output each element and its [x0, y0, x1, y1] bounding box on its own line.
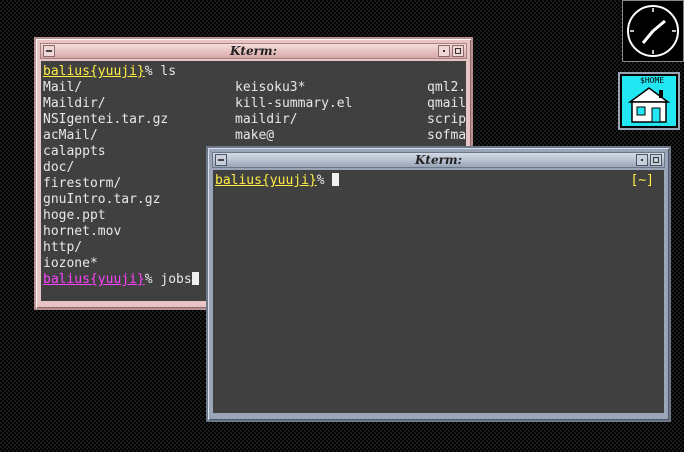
shell-prompt: balius{yuuji} — [215, 173, 317, 188]
file-entry: gnuIntro.tar.gz — [43, 192, 161, 207]
file-entry: maildir/ — [235, 112, 298, 127]
file-entry: acMail/ — [43, 128, 98, 143]
maximize-button[interactable] — [650, 154, 662, 166]
home-folder-icon[interactable]: $HOME — [618, 72, 680, 130]
analog-clock-icon — [627, 5, 679, 57]
file-entry: kill-summary.el — [235, 96, 353, 111]
command-line: balius{yuuji}% ls — [43, 64, 176, 80]
file-entry: doc/ — [43, 160, 75, 175]
window-title: Kterm: — [229, 44, 278, 58]
shell-prompt: balius{yuuji} — [43, 64, 145, 79]
window-title: Kterm: — [414, 153, 463, 167]
minimize-button[interactable] — [636, 154, 648, 166]
listing-column-2: keisoku3* kill-summary.el maildir/make@ — [235, 80, 352, 144]
file-entry: Mail/ — [43, 80, 83, 95]
prompt-suffix: % — [316, 173, 333, 188]
prompt-suffix: % — [144, 64, 161, 79]
text-cursor — [191, 272, 199, 285]
file-entry: firestorm/ — [43, 176, 122, 191]
kterm-window-front[interactable]: Kterm: balius{yuuji}% [~] — [206, 146, 671, 422]
file-entry: qmail — [427, 96, 466, 111]
title-bar[interactable]: Kterm: — [212, 152, 665, 168]
file-entry: iozone* — [43, 256, 98, 271]
home-label: $HOME — [640, 76, 665, 85]
command-text: ls — [160, 64, 177, 79]
terminal-area[interactable]: balius{yuuji}% [~] — [213, 170, 664, 413]
text-cursor — [332, 173, 340, 186]
command-text: jobs — [160, 272, 192, 287]
title-bar[interactable]: Kterm: — [40, 43, 467, 59]
command-line: balius{yuuji}% jobs — [43, 272, 199, 288]
file-entry: scrip — [427, 112, 466, 127]
listing-column-3: qml2. qmail scrip sofma — [427, 80, 466, 144]
file-entry: Maildir/ — [43, 96, 106, 111]
listing-column-1: Mail/Maildir/NSIgentei.tar.gz acMail/cala… — [43, 80, 168, 272]
command-line: balius{yuuji}% — [215, 173, 662, 189]
shell-prompt: balius{yuuji} — [43, 272, 145, 287]
file-entry: hoge.ppt — [43, 208, 106, 223]
prompt-suffix: % — [144, 272, 161, 287]
maximize-button[interactable] — [452, 45, 464, 57]
file-entry: keisoku3* — [235, 80, 306, 95]
file-entry: sofma — [427, 128, 466, 143]
file-entry: calappts — [43, 144, 106, 159]
file-entry: qml2. — [427, 80, 466, 95]
directory-tag: [~] — [630, 173, 654, 188]
file-entry: http/ — [43, 240, 83, 255]
file-entry: make@ — [235, 128, 275, 143]
file-entry: hornet.mov — [43, 224, 122, 239]
clock-widget[interactable] — [622, 0, 684, 62]
minimize-button[interactable] — [438, 45, 450, 57]
file-entry: NSIgentei.tar.gz — [43, 112, 169, 127]
